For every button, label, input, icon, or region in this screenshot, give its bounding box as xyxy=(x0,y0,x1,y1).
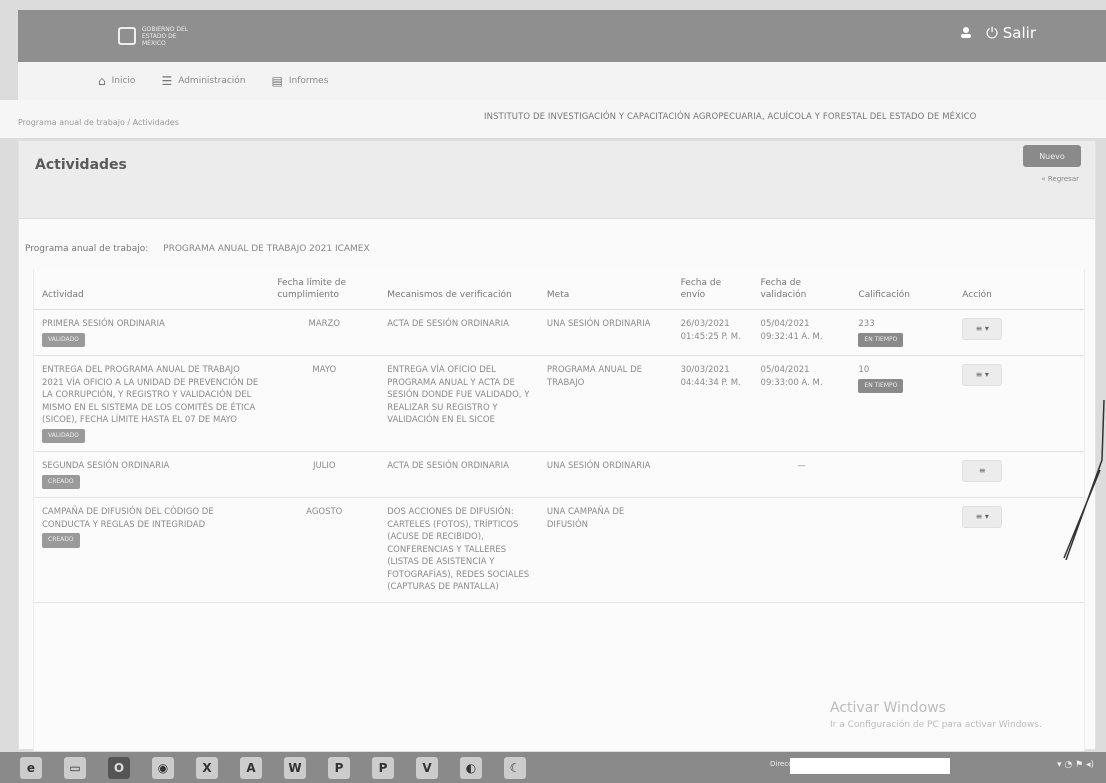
deadline-cell: MARZO xyxy=(269,309,380,356)
table-row: ENTREGA DEL PROGRAMA ANUAL DE TRABAJO 20… xyxy=(34,355,1084,452)
activity-name: ENTREGA DEL PROGRAMA ANUAL DE TRABAJO 20… xyxy=(42,365,259,425)
activity-name: PRIMERA SESIÓN ORDINARIA xyxy=(42,319,165,329)
watermark-subtitle: Ir a Configuración de PC para activar Wi… xyxy=(830,720,1042,730)
paint-icon[interactable]: ◐ xyxy=(460,756,482,779)
table-row: SEGUNDA SESIÓN ORDINARIA CREADO JULIO ACT… xyxy=(34,451,1084,498)
table-row: CAMPAÑA DE DIFUSIÓN DEL CÓDIGO DE CONDUC… xyxy=(34,497,1084,603)
goal-cell: PROGRAMA ANUAL DE TRABAJO xyxy=(538,355,673,452)
user-icon[interactable] xyxy=(960,24,972,42)
send-date-cell xyxy=(672,451,753,498)
grade-cell xyxy=(850,451,955,498)
ie-icon[interactable]: e xyxy=(20,756,42,779)
send-date-cell xyxy=(672,497,753,603)
col-fecha-envio: Fecha de envío xyxy=(672,269,753,310)
state-seal-icon xyxy=(118,27,136,45)
excel-icon[interactable]: X xyxy=(196,756,218,779)
nav-item-administracion[interactable]: ☰ Administración xyxy=(161,74,245,88)
breadcrumb-bar: Programa anual de trabajo / Actividades … xyxy=(0,100,1106,138)
grade-value: 233 xyxy=(858,319,875,329)
activities-table: Actividad Fecha límite de cumplimiento M… xyxy=(33,269,1085,751)
new-button[interactable]: Nuevo xyxy=(1023,145,1081,167)
program-line: Programa anual de trabajo: PROGRAMA ANUA… xyxy=(25,244,370,254)
activity-name: SEGUNDA SESIÓN ORDINARIA xyxy=(42,461,170,471)
nav-label: Administración xyxy=(178,76,246,86)
pen-mark xyxy=(1063,400,1105,560)
status-badge: CREADO xyxy=(42,533,80,548)
visio-icon[interactable]: V xyxy=(416,756,438,779)
validation-date-cell: — xyxy=(752,451,851,498)
goal-cell: UNA SESIÓN ORDINARIA xyxy=(538,309,673,356)
list-icon: ☰ xyxy=(161,74,173,88)
program-value: PROGRAMA ANUAL DE TRABAJO 2021 ICAMEX xyxy=(163,244,370,254)
home-icon: ⌂ xyxy=(98,74,106,88)
goal-cell: UNA SESIÓN ORDINARIA xyxy=(538,451,673,498)
col-actividad: Actividad xyxy=(34,269,270,310)
goal-cell: UNA CAMPAÑA DE DIFUSIÓN xyxy=(538,497,673,603)
col-accion: Acción xyxy=(954,269,1084,310)
folder-icon[interactable]: ▭ xyxy=(64,756,86,779)
grade-value: 10 xyxy=(858,365,870,375)
mechanisms-cell: DOS ACCIONES DE DIFUSIÓN: CARTELES (FOTO… xyxy=(379,497,539,603)
back-link[interactable]: « Regresar xyxy=(1041,175,1079,183)
powerpoint-icon[interactable]: P xyxy=(372,756,394,779)
col-meta: Meta xyxy=(538,269,673,310)
page-title: Actividades xyxy=(35,157,127,173)
validation-date-cell: 05/04/2021 09:32:41 a. m. xyxy=(752,309,851,356)
logo: GOBIERNO DEL ESTADO DE MÉXICO xyxy=(118,26,202,47)
grade-cell xyxy=(850,497,955,603)
windows-taskbar: e ▭ O ◉ X A W P P V ◐ ☾ Dirección ▾ ◔ ⚑ … xyxy=(0,752,1106,783)
col-calificacion: Calificación xyxy=(850,269,955,310)
col-fecha-limite: Fecha límite de cumplimiento xyxy=(269,269,380,310)
status-badge: CREADO xyxy=(42,474,80,489)
logo-text: GOBIERNO DEL ESTADO DE MÉXICO xyxy=(142,25,189,47)
program-label: Programa anual de trabajo: xyxy=(25,244,149,254)
status-badge: VALIDADO xyxy=(42,332,85,347)
deadline-cell: AGOSTO xyxy=(269,497,380,603)
action-dropdown-button[interactable]: ≡ ▾ xyxy=(962,506,1003,528)
action-dropdown-button[interactable]: ≡ ▾ xyxy=(962,364,1003,386)
top-header: GOBIERNO DEL ESTADO DE MÉXICO ⏻ Salir xyxy=(18,10,1106,62)
outlook-icon[interactable]: O xyxy=(108,756,130,779)
system-tray[interactable]: ▾ ◔ ⚑ ◂) xyxy=(1057,760,1094,770)
activities-card: Actividades Nuevo « Regresar Programa an… xyxy=(18,140,1096,751)
mechanisms-cell: ACTA DE SESIÓN ORDINARIA xyxy=(379,451,539,498)
address-input[interactable] xyxy=(790,758,950,774)
card-header: Actividades Nuevo « Regresar xyxy=(19,141,1095,219)
action-dropdown-button[interactable]: ≡ xyxy=(962,460,1003,482)
report-icon: ▤ xyxy=(271,74,283,88)
nav-label: Informes xyxy=(288,76,329,86)
table-row: PRIMERA SESIÓN ORDINARIA VALIDADO MARZO A… xyxy=(34,309,1084,356)
status-badge: VALIDADO xyxy=(42,428,85,443)
chrome-icon[interactable]: ◉ xyxy=(152,756,174,779)
windows-activation-watermark: Activar Windows Ir a Configuración de PC… xyxy=(830,700,1042,730)
validation-date-cell: 05/04/2021 09:33:00 a. m. xyxy=(752,355,851,452)
watermark-title: Activar Windows xyxy=(830,700,946,716)
send-date-cell: 30/03/2021 04:44:34 p. m. xyxy=(672,355,753,452)
activity-name: CAMPAÑA DE DIFUSIÓN DEL CÓDIGO DE CONDUC… xyxy=(42,507,214,530)
institute-name: INSTITUTO DE INVESTIGACIÓN Y CAPACITACIÓ… xyxy=(484,112,977,122)
nav-label: Inicio xyxy=(111,76,136,86)
logout-label: Salir xyxy=(1002,24,1036,42)
mechanisms-cell: ENTREGA VÍA OFICIO DEL PROGRAMA ANUAL Y … xyxy=(379,355,539,452)
col-mecanismos: Mecanismos de verificación xyxy=(379,269,539,310)
breadcrumb[interactable]: Programa anual de trabajo / Actividades xyxy=(18,118,179,127)
grade-badge: EN TIEMPO xyxy=(858,378,904,393)
action-dropdown-button[interactable]: ≡ ▾ xyxy=(962,318,1003,340)
publisher-icon[interactable]: P xyxy=(328,756,350,779)
grade-badge: EN TIEMPO xyxy=(858,332,904,347)
deadline-cell: JULIO xyxy=(269,451,380,498)
nav-item-inicio[interactable]: ⌂ Inicio xyxy=(98,74,135,88)
mechanisms-cell: ACTA DE SESIÓN ORDINARIA xyxy=(379,309,539,356)
word-icon[interactable]: W xyxy=(284,756,306,779)
send-date-cell: 26/03/2021 01:45:25 p. m. xyxy=(672,309,753,356)
access-icon[interactable]: A xyxy=(240,756,262,779)
deadline-cell: MAYO xyxy=(269,355,380,452)
main-nav: ⌂ Inicio ☰ Administración ▤ Informes xyxy=(18,62,1106,100)
logout-button[interactable]: ⏻ Salir xyxy=(986,24,1036,42)
nav-item-informes[interactable]: ▤ Informes xyxy=(272,74,329,88)
col-fecha-validacion: Fecha de validación xyxy=(752,269,851,310)
table-header-row: Actividad Fecha límite de cumplimiento M… xyxy=(34,269,1084,310)
moon-icon[interactable]: ☾ xyxy=(504,756,526,779)
validation-date-cell xyxy=(752,497,851,603)
